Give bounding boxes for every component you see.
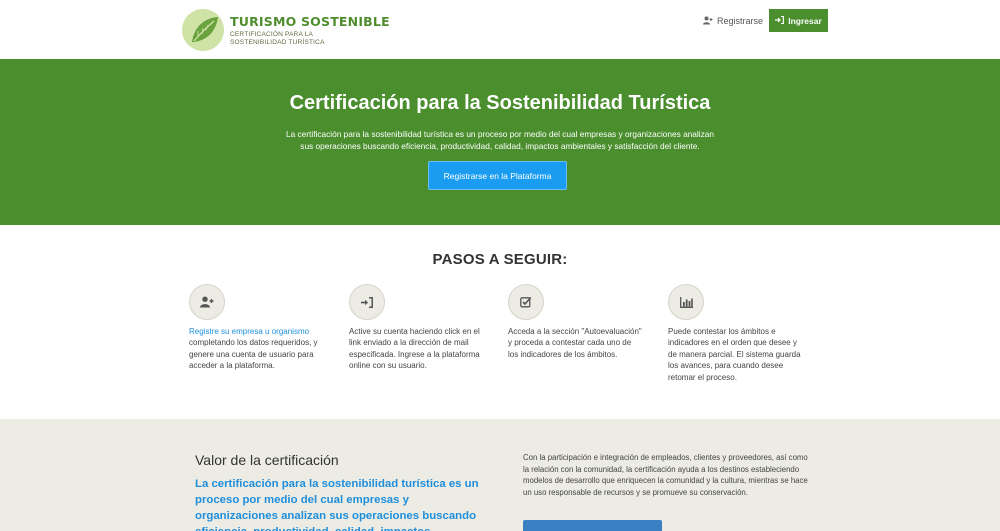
- hero-banner: Certificación para la Sostenibilidad Tur…: [0, 59, 1000, 225]
- value-description: Con la participación e integración de em…: [523, 453, 808, 497]
- step-3: Acceda a la sección "Autoevaluación" y p…: [508, 284, 643, 360]
- step-2: Active su cuenta haciendo click en el li…: [349, 284, 484, 372]
- step-1: Registre su empresa u organismo completa…: [189, 284, 324, 372]
- step-1-text: Registre su empresa u organismo completa…: [189, 326, 324, 372]
- login-button[interactable]: Ingresar: [769, 9, 828, 32]
- user-plus-icon: [703, 16, 713, 27]
- sign-in-icon: [349, 284, 385, 320]
- site-logo[interactable]: TURISMO SOSTENIBLE CERTIFICACIÓN PARA LA…: [182, 9, 390, 51]
- login-label: Ingresar: [788, 15, 822, 26]
- register-label: Registrarse: [717, 16, 764, 26]
- sign-in-icon: [775, 15, 785, 26]
- user-plus-icon: [189, 284, 225, 320]
- register-company-link[interactable]: Registre su empresa u organismo: [189, 327, 309, 336]
- step-4: Puede contestar los ámbitos e indicadore…: [668, 284, 803, 383]
- value-section: Valor de la certificación La certificaci…: [0, 419, 1000, 531]
- register-platform-button[interactable]: Registrarse en la Plataforma: [428, 161, 567, 190]
- logo-subtitle-line2: SOSTENIBILIDAD TURÍSTICA: [230, 38, 325, 46]
- step-4-description: Puede contestar los ámbitos e indicadore…: [668, 327, 801, 382]
- step-2-description: Active su cuenta haciendo click en el li…: [349, 327, 480, 371]
- value-lead-text: La certificación para la sostenibilidad …: [195, 478, 479, 531]
- step-1-description: completando los datos requeridos, y gene…: [189, 338, 318, 371]
- bar-chart-icon: [668, 284, 704, 320]
- site-header: TURISMO SOSTENIBLE CERTIFICACIÓN PARA LA…: [0, 0, 1000, 59]
- leaf-logo-icon: [182, 9, 224, 51]
- register-link[interactable]: Registrarse: [703, 14, 763, 28]
- steps-title: PASOS A SEGUIR:: [432, 251, 568, 268]
- checkbox-icon: [508, 284, 544, 320]
- value-action-button[interactable]: [523, 520, 662, 531]
- hero-title: Certificación para la Sostenibilidad Tur…: [289, 92, 711, 114]
- step-3-description: Acceda a la sección "Autoevaluación" y p…: [508, 327, 642, 359]
- logo-subtitle-line1: CERTIFICACIÓN PARA LA: [230, 30, 314, 38]
- logo-title: TURISMO SOSTENIBLE: [230, 13, 390, 29]
- hero-description: La certificación para la sostenibilidad …: [286, 129, 714, 151]
- value-title: Valor de la certificación: [195, 452, 339, 468]
- logo-text: TURISMO SOSTENIBLE CERTIFICACIÓN PARA LA…: [230, 14, 390, 47]
